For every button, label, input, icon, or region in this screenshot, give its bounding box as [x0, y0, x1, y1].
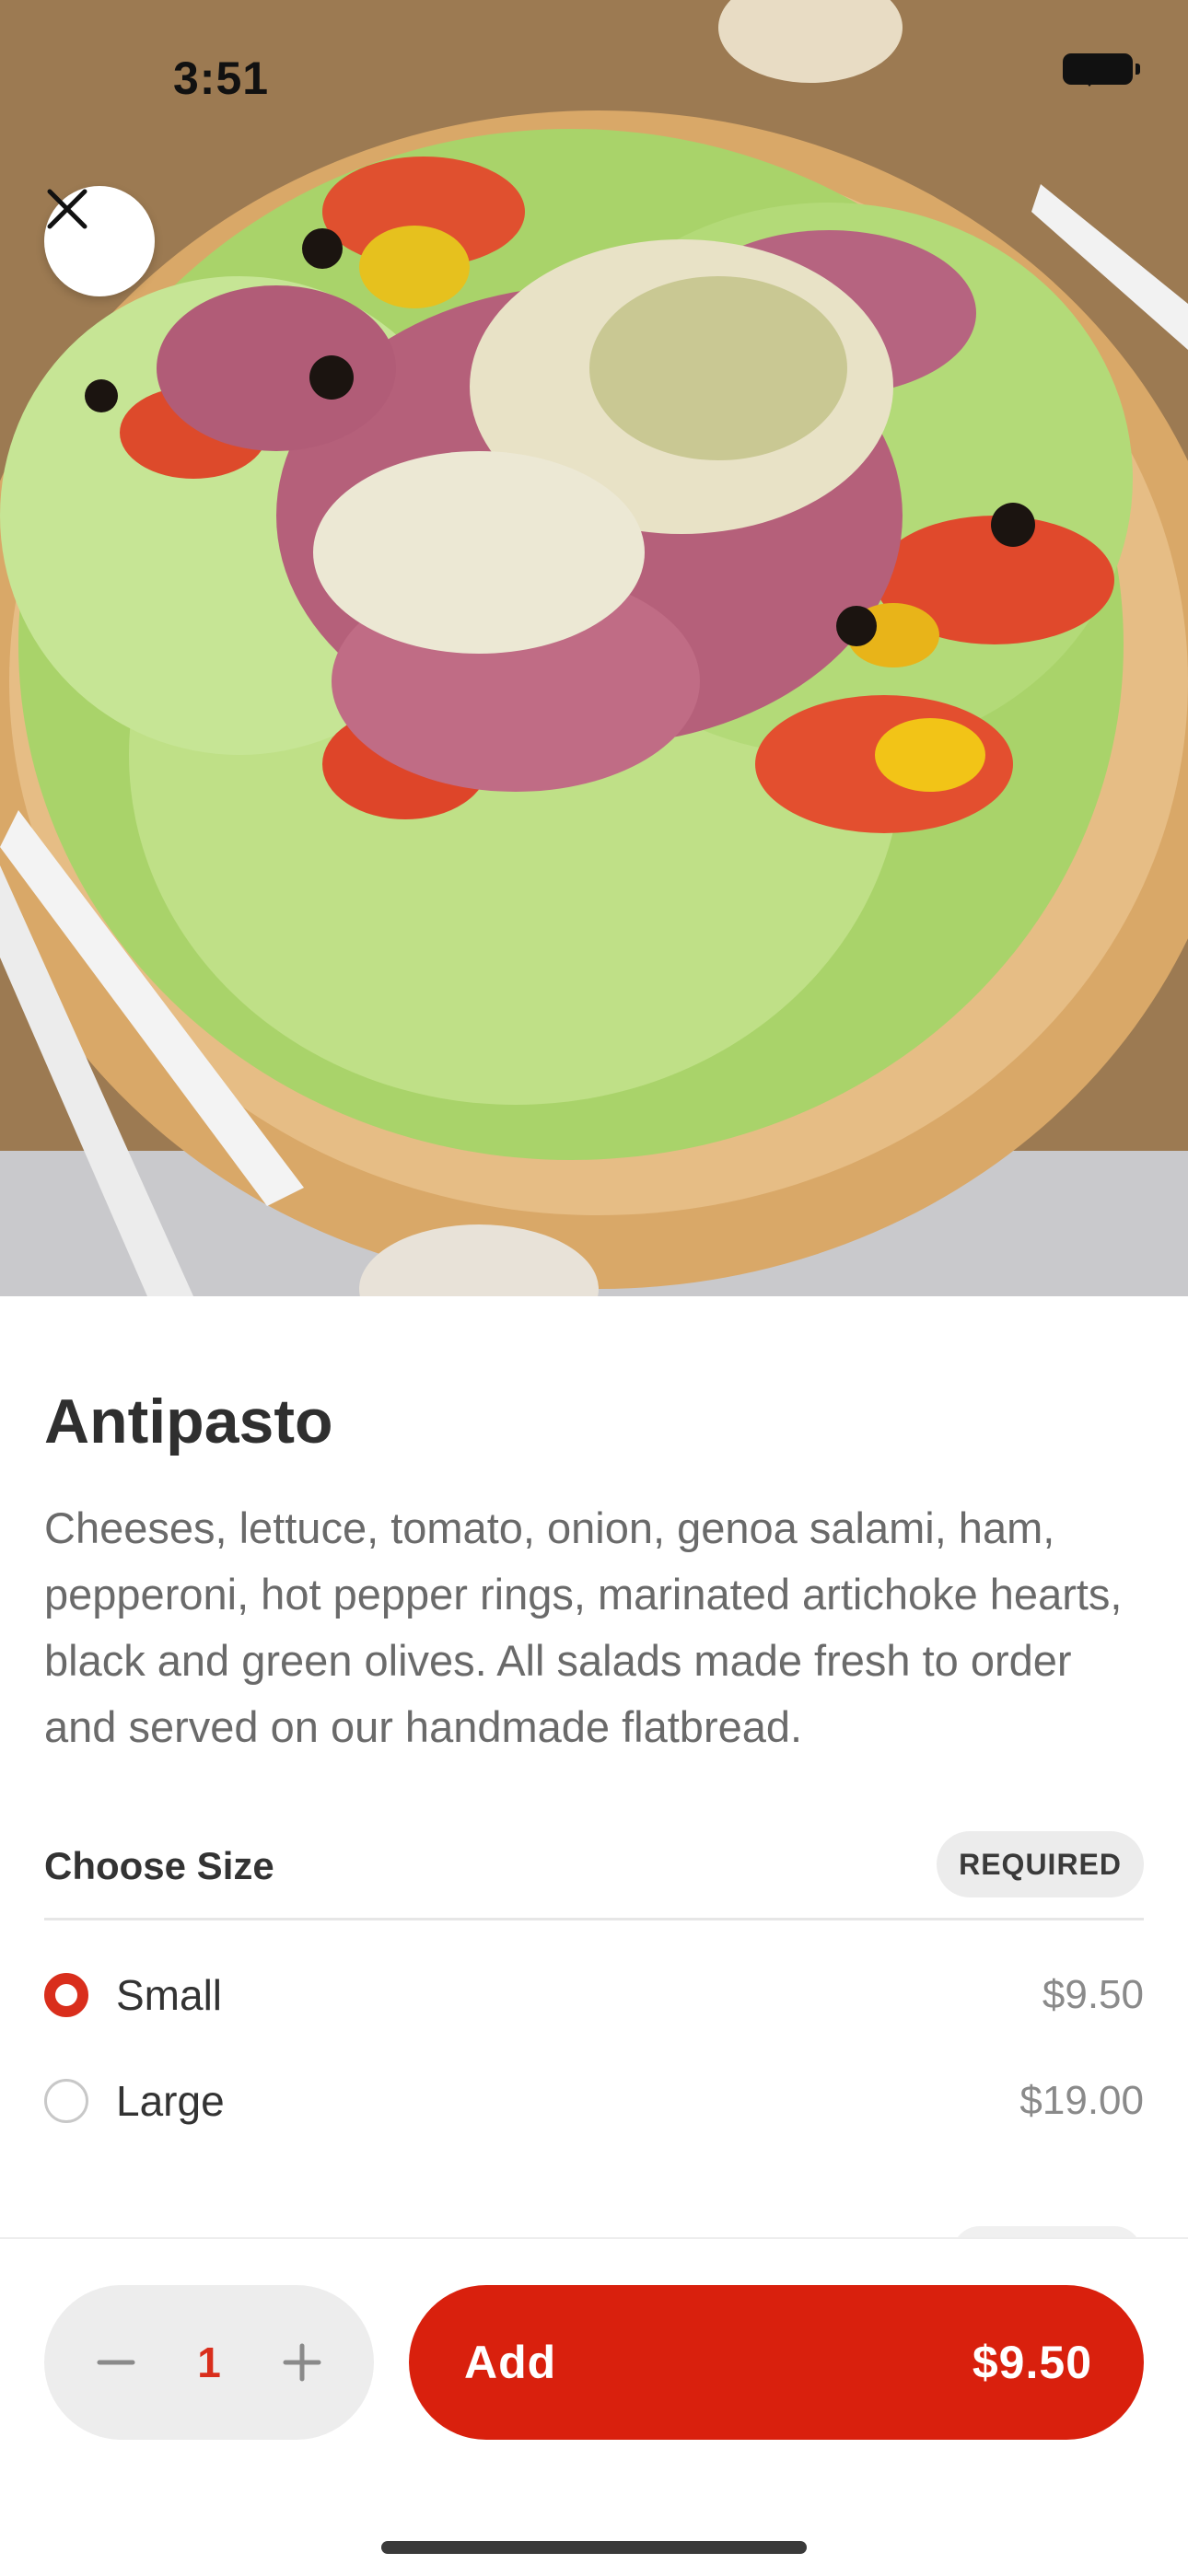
salad-illustration — [0, 0, 1188, 1296]
minus-icon[interactable] — [96, 2342, 136, 2383]
item-photo: 3:51 — [0, 0, 1188, 1296]
size-option-price: $9.50 — [1042, 1972, 1144, 2017]
plus-icon[interactable] — [282, 2342, 322, 2383]
add-button-label: Add — [464, 2337, 557, 2388]
size-option-price: $19.00 — [1019, 2078, 1144, 2123]
bottom-action-bar: 1 Add $9.50 — [0, 2237, 1188, 2576]
size-section-title: Choose Size — [44, 1844, 274, 1887]
size-option-small[interactable]: Small $9.50 — [44, 1954, 1144, 2036]
status-time: 3:51 — [173, 52, 270, 104]
quantity-value: 1 — [197, 2338, 221, 2386]
radio-selected-icon[interactable] — [44, 1973, 88, 2017]
size-option-large[interactable]: Large $19.00 — [44, 2060, 1144, 2142]
size-option-label: Small — [116, 1971, 223, 2019]
close-icon — [47, 189, 87, 229]
add-to-cart-button[interactable]: Add $9.50 — [409, 2285, 1144, 2440]
close-button[interactable] — [44, 186, 155, 296]
radio-unselected-icon[interactable] — [44, 2079, 88, 2123]
add-button-price: $9.50 — [972, 2337, 1092, 2388]
home-indicator[interactable] — [381, 2541, 807, 2554]
quantity-stepper: 1 — [44, 2285, 374, 2440]
item-title: Antipasto — [44, 1387, 333, 1456]
required-badge: REQUIRED — [937, 1831, 1144, 1897]
size-option-label: Large — [116, 2077, 225, 2125]
status-icons — [1063, 53, 1140, 87]
battery-icon — [1063, 53, 1140, 85]
item-description: Cheeses, lettuce, tomato, onion, genoa s… — [44, 1503, 1123, 1751]
size-section-header: Choose Size REQUIRED — [44, 1828, 1144, 1920]
